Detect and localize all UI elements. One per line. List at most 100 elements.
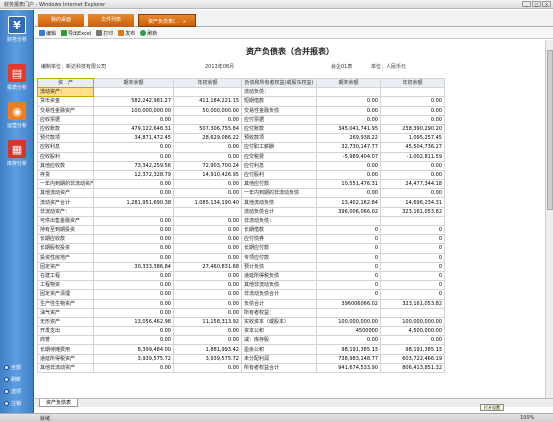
row-label-cell[interactable]: 应付股利 [241,169,317,181]
value-cell[interactable]: 0.00 [380,160,445,171]
row-label-cell[interactable]: 长期借款 [241,224,317,236]
row-label-cell[interactable]: 存货 [37,169,94,181]
row-label-cell[interactable]: 投资性房地产 [37,252,94,263]
row-label-cell[interactable]: 可供出售金融资产 [37,215,94,227]
value-cell[interactable]: 0.00 [173,142,242,153]
value-cell[interactable]: 0 [380,234,445,245]
print-button[interactable]: 打印 [96,30,113,37]
value-cell[interactable]: 0.00 [173,270,242,282]
row-label-cell[interactable]: 交易性金融负债 [241,105,317,116]
value-cell[interactable]: 0.00 [93,280,174,291]
value-cell[interactable]: 32,730,147.77 [316,142,381,153]
value-cell[interactable]: 0 [380,261,445,272]
row-label-cell[interactable]: 递延所得税资产 [37,353,94,364]
value-cell[interactable]: 0.00 [380,188,445,199]
row-label-cell[interactable]: 应收票据 [37,114,94,125]
value-cell[interactable]: 0.00 [380,169,445,181]
value-cell[interactable]: 4,500,000.00 [380,326,445,337]
value-cell[interactable]: 0.00 [173,243,242,254]
value-cell[interactable]: 100,000,000.00 [316,316,381,328]
tab-file-list[interactable]: 文件列表 [88,14,134,27]
value-cell[interactable]: 0.00 [93,252,174,263]
value-cell[interactable]: 603,722,466.19 [380,353,445,364]
row-label-cell[interactable]: 递延所得税负债 [241,270,317,282]
value-cell[interactable]: 0 [316,280,381,291]
column-header[interactable]: 资 产 [37,77,94,89]
value-cell[interactable]: 323,161,053.82 [380,206,445,217]
value-cell[interactable]: 0.00 [93,215,174,227]
sidebar-item-operations[interactable]: ◉ 运营分析 [2,102,32,129]
value-cell[interactable]: 4500000 [316,326,381,337]
row-label-cell[interactable]: 固定资产清理 [37,289,94,300]
value-cell[interactable] [316,87,381,98]
tab-balance-sheet[interactable]: 资产负债表(... ✕ [138,14,196,27]
value-cell[interactable]: 507,306,755.84 [173,123,242,135]
row-label-cell[interactable]: 非流动负债： [241,215,317,227]
value-cell[interactable]: 0.00 [93,326,174,337]
value-cell[interactable]: 0 [380,280,445,291]
value-cell[interactable]: 98,191,385.13 [316,344,381,355]
value-cell[interactable] [93,206,174,217]
value-cell[interactable]: 72,903,700.24 [173,160,242,171]
close-tab-icon[interactable]: ✕ [183,19,186,24]
value-cell[interactable]: 0 [316,234,381,245]
value-cell[interactable]: 0.00 [93,179,174,190]
value-cell[interactable]: 738,983,148.77 [316,353,381,364]
sidebar-refresh-button[interactable]: 刷新 [4,376,21,383]
sidebar-item-finance[interactable]: ¥ 财务分析 [2,16,32,43]
row-label-cell[interactable]: 其他流动资产 [37,188,94,199]
value-cell[interactable]: 0.00 [173,298,242,309]
row-label-cell[interactable]: 预计负债 [241,261,317,272]
sidebar-item-report[interactable]: ▤ 报表分析 [2,64,32,91]
export-excel-button[interactable]: 导出Excel [61,30,91,37]
value-cell[interactable]: 323,161,053.82 [380,298,445,309]
value-cell[interactable]: 238,390,290.20 [380,123,445,135]
scroll-thumb[interactable] [547,50,553,210]
row-label-cell[interactable]: 短期借款 [241,96,317,107]
value-cell[interactable]: 100,000,000.00 [93,105,174,116]
value-cell[interactable]: 0.00 [316,188,381,199]
value-cell[interactable]: 0 [380,243,445,254]
sidebar-all-button[interactable]: 全部 [4,364,21,371]
value-cell[interactable]: 806,413,851.32 [380,362,445,374]
vertical-scrollbar[interactable] [545,40,553,398]
value-cell[interactable]: 1,881,993.42 [173,344,242,355]
row-label-cell[interactable]: 减：库存股 [241,335,317,346]
row-label-cell[interactable]: 预付款项 [37,133,94,144]
value-cell[interactable]: 0.00 [173,362,242,374]
value-cell[interactable]: 0.00 [173,307,242,318]
row-label-cell[interactable]: 其他应付款 [241,179,317,190]
value-cell[interactable]: 1,095,257.45 [380,133,445,144]
minimize-button[interactable]: _ [522,1,531,7]
refresh-button[interactable]: 刷新 [140,30,157,37]
value-cell[interactable]: -1,002,811.59 [380,151,445,162]
value-cell[interactable]: 0.00 [316,335,381,346]
row-label-cell[interactable]: 货币资金 [37,96,94,107]
row-label-cell[interactable]: 工程物资 [37,280,94,291]
row-label-cell[interactable]: 所有者权益： [241,307,317,318]
value-cell[interactable]: 396,006,066.02 [316,206,381,217]
value-cell[interactable]: 0.00 [93,142,174,153]
close-button[interactable]: × [542,1,551,7]
row-label-cell[interactable]: 应收股利 [37,151,94,162]
sheet-tab-balance[interactable]: 资产负债表 [39,399,79,407]
value-cell[interactable]: 0 [316,270,381,282]
value-cell[interactable]: 0.00 [173,280,242,291]
value-cell[interactable]: 10,551,476.31 [316,179,381,190]
tab-desktop[interactable]: 我的桌面 [38,14,84,27]
value-cell[interactable]: 0.00 [93,335,174,346]
value-cell[interactable]: 24,477,344.18 [380,179,445,190]
value-cell[interactable]: 0 [316,243,381,254]
value-cell[interactable]: 0 [316,261,381,272]
row-label-cell[interactable]: 应付债券 [241,234,317,245]
value-cell[interactable]: 0.00 [173,234,242,245]
sidebar-logout-button[interactable]: 注销 [4,400,21,407]
row-label-cell[interactable]: 其他流动负债 [241,197,317,208]
sidebar-item-stock[interactable]: ▦ 库存分析 [2,140,32,167]
row-label-cell[interactable]: 非流动资产： [37,206,94,217]
row-label-cell[interactable]: 应付职工薪酬 [241,142,317,153]
value-cell[interactable]: 0.00 [93,307,174,318]
value-cell[interactable]: 582,242,981.27 [93,96,174,107]
row-label-cell[interactable]: 非流动负债合计 [241,289,317,300]
row-label-cell[interactable]: 在建工程 [37,270,94,282]
